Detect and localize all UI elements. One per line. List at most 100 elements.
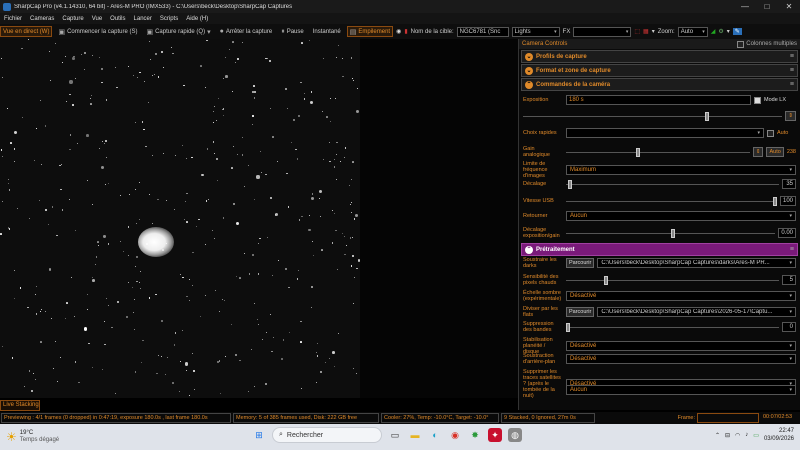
section-camera-controls[interactable]: ⌃ Commandes de la caméra ≡ [521, 78, 798, 91]
star [204, 244, 206, 246]
auto-checkbox[interactable] [767, 129, 774, 137]
crop-icon[interactable]: ⬚ [634, 28, 640, 35]
menu-fichier[interactable]: Fichier [0, 16, 26, 22]
settings-icon[interactable]: ⚙ [718, 28, 723, 35]
menu-icon[interactable]: ≡ [790, 53, 794, 60]
zoom-select[interactable]: Auto ▾ [677, 26, 708, 37]
minimize-button[interactable]: — [734, 0, 756, 13]
slider-thumb[interactable] [568, 179, 573, 189]
dark-scale-select[interactable]: Désactivé ▾ [566, 291, 796, 301]
wifi-icon[interactable]: ◠ [735, 432, 740, 439]
section-format[interactable]: ⌄ Format et zone de capture ≡ [521, 64, 798, 77]
gain-stepper[interactable]: ⇕ [752, 147, 764, 157]
darks-path-select[interactable]: C:\Users\beck\Desktop\SharpCap Captures\… [597, 258, 796, 268]
slider-thumb[interactable] [635, 147, 640, 157]
stop-capture-button[interactable]: ● Arrêter la capture [217, 26, 276, 37]
menu-vue[interactable]: Vue [88, 16, 106, 22]
banding-value[interactable]: 0 [782, 322, 796, 332]
chevron-down-icon[interactable]: ▾ [727, 28, 730, 35]
taskbar-search[interactable]: ⌕ Rechercher [272, 427, 382, 443]
chevron-down-icon[interactable]: ▾ [652, 28, 655, 35]
flip-select[interactable]: Aucun ▾ [566, 211, 796, 221]
background-select[interactable]: Désactivé ▾ [566, 354, 796, 364]
section-capture-profiles[interactable]: ⌄ Profils de capture ≡ [521, 50, 798, 63]
exposure-gain-offset-value[interactable]: 0.00 [778, 228, 796, 238]
volume-icon[interactable]: ♪ [745, 432, 748, 438]
network-icon[interactable]: ⊟ [725, 432, 730, 439]
exposure-slider[interactable] [523, 111, 783, 121]
gain-auto-button[interactable]: Auto [766, 147, 784, 157]
star [231, 90, 234, 93]
close-button[interactable]: ✕ [778, 0, 800, 13]
menu-capture[interactable]: Capture [58, 16, 87, 22]
menu-aide[interactable]: Aide (H) [182, 16, 212, 22]
hot-pixel-slider[interactable] [566, 275, 779, 285]
slider-thumb[interactable] [772, 196, 777, 206]
slider-thumb[interactable] [604, 275, 609, 285]
live-view-button[interactable]: Vue en direct (W) [0, 26, 53, 37]
quick-capture-button[interactable]: ▣ Capture rapide (Q) ▾ [143, 26, 213, 37]
exposure-gain-offset-slider[interactable] [566, 228, 776, 238]
image-viewport[interactable] [0, 39, 518, 398]
record-icon[interactable]: ◉ [396, 28, 401, 35]
menu-icon[interactable]: ≡ [790, 246, 794, 253]
slider-thumb[interactable] [704, 111, 709, 121]
histogram-icon[interactable]: ◢ [711, 28, 716, 35]
star [91, 94, 93, 97]
banding-slider[interactable] [566, 322, 779, 332]
menu-lancer[interactable]: Lancer [130, 16, 156, 22]
task-view-icon[interactable]: ▭ [388, 428, 402, 442]
gain-slider[interactable] [566, 147, 750, 157]
star [54, 43, 56, 45]
menu-icon[interactable]: ≡ [790, 67, 794, 74]
chevron-up-icon[interactable]: ⌃ [715, 432, 720, 439]
usb-speed-value[interactable]: 100 [779, 196, 796, 206]
usb-speed-slider[interactable] [566, 196, 777, 206]
hot-pixel-value[interactable]: 5 [782, 275, 796, 285]
slider-thumb[interactable] [566, 322, 570, 332]
weather-widget[interactable]: ☀ 19°C Temps dégagé [0, 430, 150, 444]
lx-mode-checkbox[interactable] [754, 96, 761, 104]
stacking-button[interactable]: ▤ Empilement [346, 26, 394, 37]
target-name-input[interactable]: NGC6781 (Snc [456, 26, 509, 37]
exposure-input[interactable]: 180 s [566, 95, 751, 105]
file-explorer-icon[interactable]: ▬ [408, 428, 422, 442]
flats-path-select[interactable]: C:\Users\beck\Desktop\SharpCap Captures\… [597, 307, 796, 317]
exposure-stepper[interactable]: ⇕ [785, 111, 796, 121]
app-red-icon[interactable]: ✦ [488, 428, 502, 442]
menu-outils[interactable]: Outils [106, 16, 129, 22]
slider-thumb[interactable] [670, 228, 675, 238]
pin-icon[interactable]: ✎ [732, 28, 742, 35]
quick-choice-select[interactable]: ▾ [566, 128, 764, 138]
darks-browse-button[interactable]: Parcourir [566, 258, 595, 268]
edge-icon[interactable]: ◐ [428, 428, 442, 442]
pause-button[interactable]: ⏸ Pause [278, 26, 307, 37]
multi-column-toggle[interactable]: Colonnes multiples [737, 40, 797, 48]
clock[interactable]: 22:47 03/09/2026 [764, 427, 794, 443]
start-capture-button[interactable]: ▣ Commencer la capture (S) [55, 26, 140, 37]
chrome-icon[interactable]: ◉ [448, 428, 462, 442]
grid-icon[interactable]: ▦ [643, 28, 649, 35]
live-stacking-tab[interactable]: Live Stacking [0, 400, 40, 411]
snapshot-button[interactable]: Instantané [310, 26, 344, 37]
flatness-select[interactable]: Désactivé ▾ [566, 341, 796, 351]
maximize-button[interactable]: □ [756, 0, 778, 13]
sharpcap-taskbar-icon[interactable]: ◍ [508, 428, 522, 442]
menu-scripts[interactable]: Scripts [156, 16, 182, 22]
menu-icon[interactable]: ≡ [790, 81, 794, 88]
star [259, 237, 261, 240]
offset-value[interactable]: 35 [782, 179, 796, 189]
last-option-select[interactable]: Aucun ▾ [566, 385, 796, 395]
offset-slider[interactable] [566, 179, 779, 189]
app-green-icon[interactable]: ✸ [468, 428, 482, 442]
battery-icon[interactable]: ▭ [753, 432, 759, 439]
fx-select[interactable]: ▾ [573, 26, 632, 37]
menu-cameras[interactable]: Cameras [26, 16, 58, 22]
section-preprocessing[interactable]: ⌃ Prétraitement ≡ [521, 243, 798, 256]
tag-icon[interactable]: ▮ [404, 28, 407, 35]
frame-type-select[interactable]: Lights ▾ [511, 26, 560, 37]
flats-browse-button[interactable]: Parcourir [566, 307, 595, 317]
windows-start-icon[interactable]: ⊞ [252, 428, 266, 442]
framerate-select[interactable]: Maximum ▾ [566, 165, 796, 175]
star [253, 85, 255, 87]
